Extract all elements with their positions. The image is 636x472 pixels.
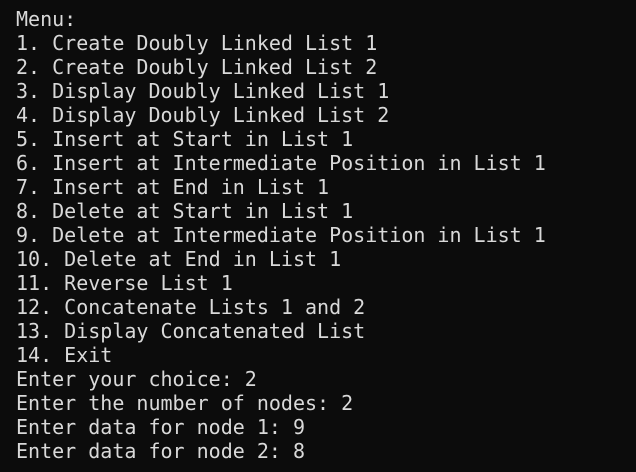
menu-option-9: 9. Delete at Intermediate Position in Li…	[16, 223, 546, 247]
menu-option-11: 11. Reverse List 1	[16, 271, 233, 295]
menu-option-10: 10. Delete at End in List 1	[16, 247, 342, 271]
node-2-data-prompt: Enter data for node 2: 8	[16, 439, 305, 463]
node-1-data-prompt: Enter data for node 1: 9	[16, 415, 305, 439]
window-edge-artifact	[0, 0, 7, 46]
menu-option-13: 13. Display Concatenated List	[16, 319, 366, 343]
menu-heading: Menu:	[16, 7, 77, 31]
menu-option-7: 7. Insert at End in List 1	[16, 175, 330, 199]
menu-option-1: 1. Create Doubly Linked List 1	[16, 31, 378, 55]
console-window[interactable]: Menu: 1. Create Doubly Linked List 1 2. …	[0, 0, 636, 472]
menu-option-14: 14. Exit	[16, 343, 113, 367]
node-count-prompt: Enter the number of nodes: 2	[16, 391, 354, 415]
menu-option-6: 6. Insert at Intermediate Position in Li…	[16, 151, 546, 175]
menu-option-5: 5. Insert at Start in List 1	[16, 127, 354, 151]
menu-option-3: 3. Display Doubly Linked List 1	[16, 79, 390, 103]
menu-option-12: 12. Concatenate Lists 1 and 2	[16, 295, 366, 319]
menu-option-8: 8. Delete at Start in List 1	[16, 199, 354, 223]
choice-prompt: Enter your choice: 2	[16, 367, 257, 391]
menu-option-4: 4. Display Doubly Linked List 2	[16, 103, 390, 127]
console-output: Menu: 1. Create Doubly Linked List 1 2. …	[16, 7, 546, 463]
menu-option-2: 2. Create Doubly Linked List 2	[16, 55, 378, 79]
